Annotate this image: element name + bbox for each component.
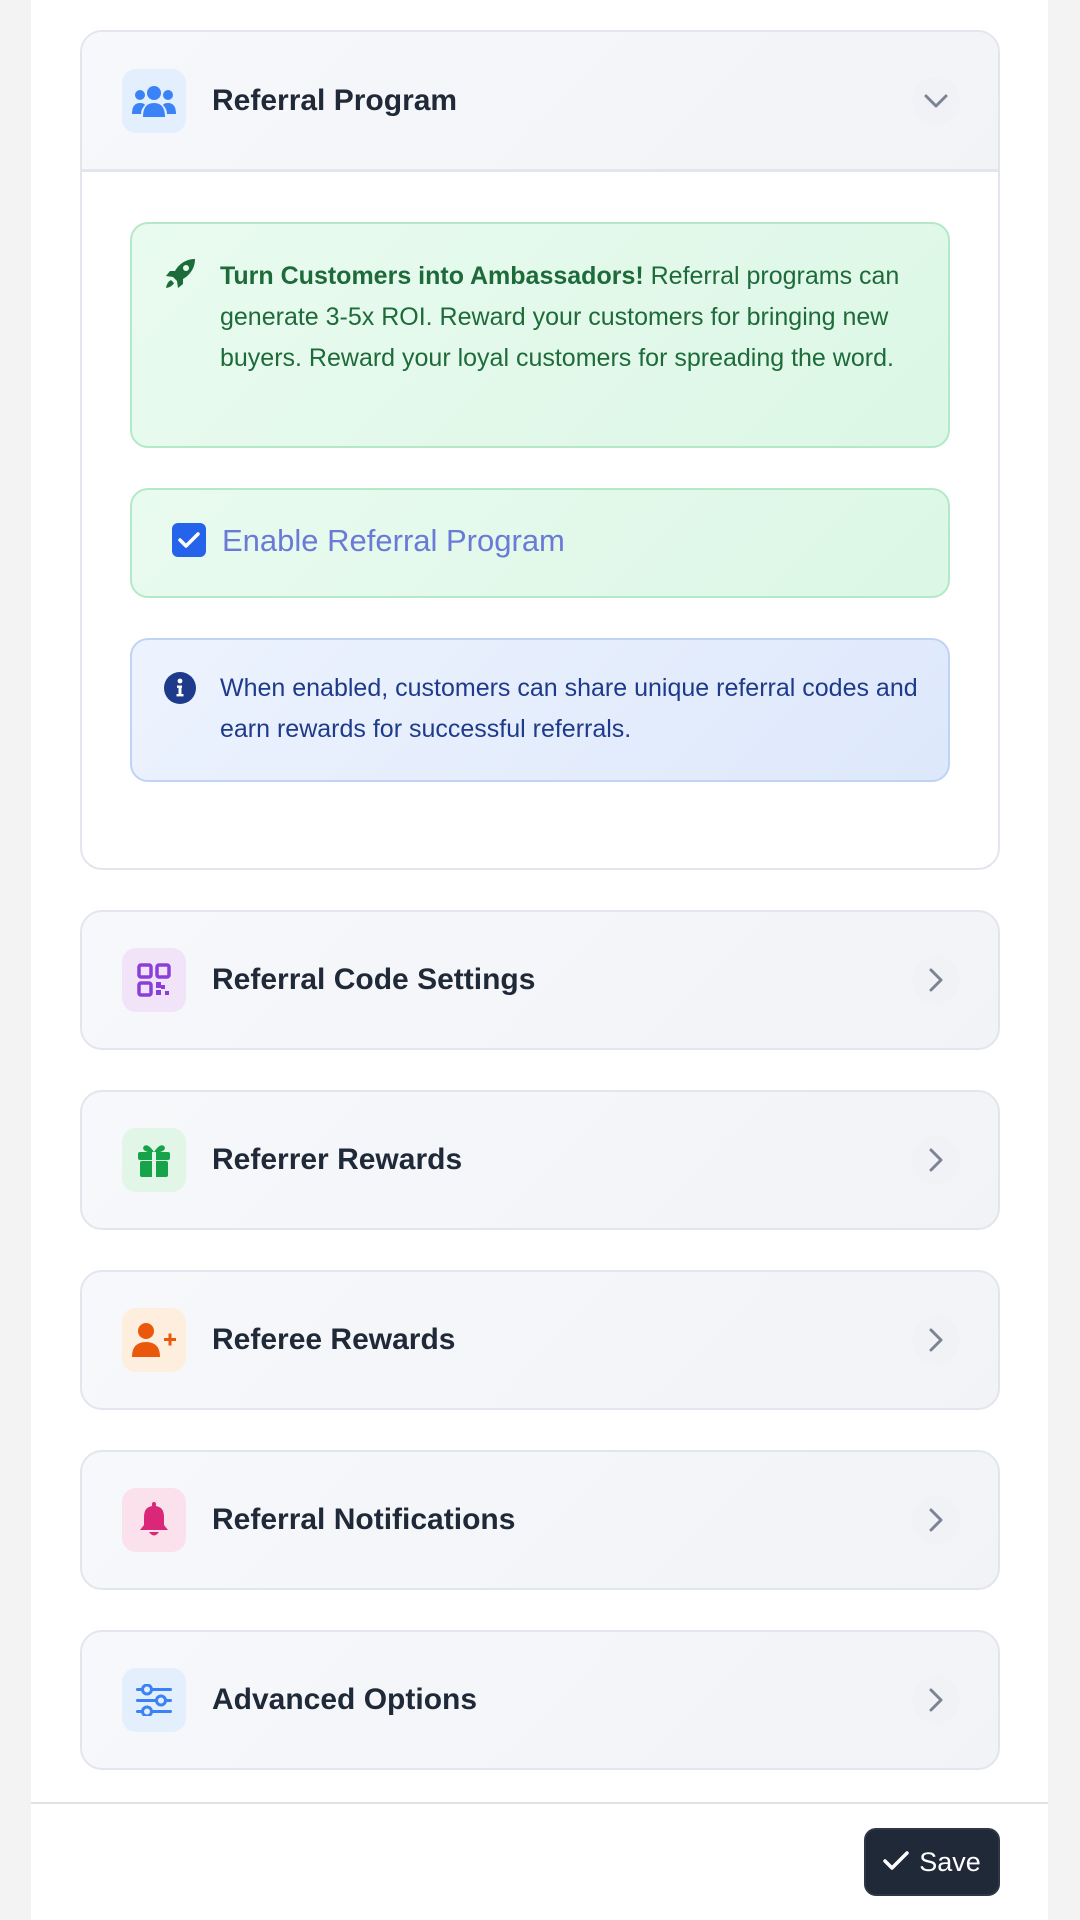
section-title: Referral Code Settings (212, 963, 536, 996)
save-button[interactable]: Save (864, 1828, 1000, 1896)
section-title: Referee Rewards (212, 1323, 456, 1356)
enable-referral-label[interactable]: Enable Referral Program (222, 523, 565, 559)
chevron-right-icon[interactable] (912, 1676, 960, 1724)
enable-referral-checkbox[interactable] (172, 523, 206, 557)
referral-program-header[interactable]: Referral Program (82, 32, 998, 172)
referral-notifications-section[interactable]: Referral Notifications (80, 1450, 1000, 1590)
promo-bold: Turn Customers into Ambassadors! (220, 262, 644, 290)
chevron-right-icon[interactable] (912, 1136, 960, 1184)
rocket-icon (164, 256, 198, 295)
sliders-icon (122, 1668, 186, 1732)
user-plus-icon (122, 1308, 186, 1372)
section-title: Referrer Rewards (212, 1143, 463, 1176)
promo-alert: Turn Customers into Ambassadors! Referra… (130, 222, 950, 448)
bell-icon (122, 1488, 186, 1552)
referrer-rewards-section[interactable]: Referrer Rewards (80, 1090, 1000, 1230)
qrcode-icon (122, 948, 186, 1012)
promo-text: Turn Customers into Ambassadors! Referra… (220, 256, 920, 379)
referral-program-section: Referral Program Turn Customers into Amb… (80, 30, 1000, 870)
save-label: Save (919, 1846, 981, 1877)
users-icon (122, 68, 186, 133)
info-text: When enabled, customers can share unique… (220, 674, 918, 743)
chevron-down-icon[interactable] (912, 76, 960, 125)
section-title: Referral Program (212, 83, 458, 117)
info-alert: When enabled, customers can share unique… (130, 638, 950, 782)
footer-divider (31, 1802, 1048, 1804)
advanced-options-section[interactable]: Advanced Options (80, 1630, 1000, 1770)
gift-icon (122, 1128, 186, 1192)
chevron-right-icon[interactable] (912, 956, 960, 1004)
chevron-right-icon[interactable] (912, 1496, 960, 1544)
chevron-right-icon[interactable] (912, 1316, 960, 1364)
referee-rewards-section[interactable]: Referee Rewards (80, 1270, 1000, 1410)
section-title: Referral Notifications (212, 1503, 516, 1536)
section-title: Advanced Options (212, 1683, 478, 1716)
referral-code-settings-section[interactable]: Referral Code Settings (80, 910, 1000, 1050)
check-icon (883, 1847, 909, 1878)
info-icon (164, 672, 196, 709)
enable-referral-toggle[interactable]: Enable Referral Program (130, 488, 950, 598)
